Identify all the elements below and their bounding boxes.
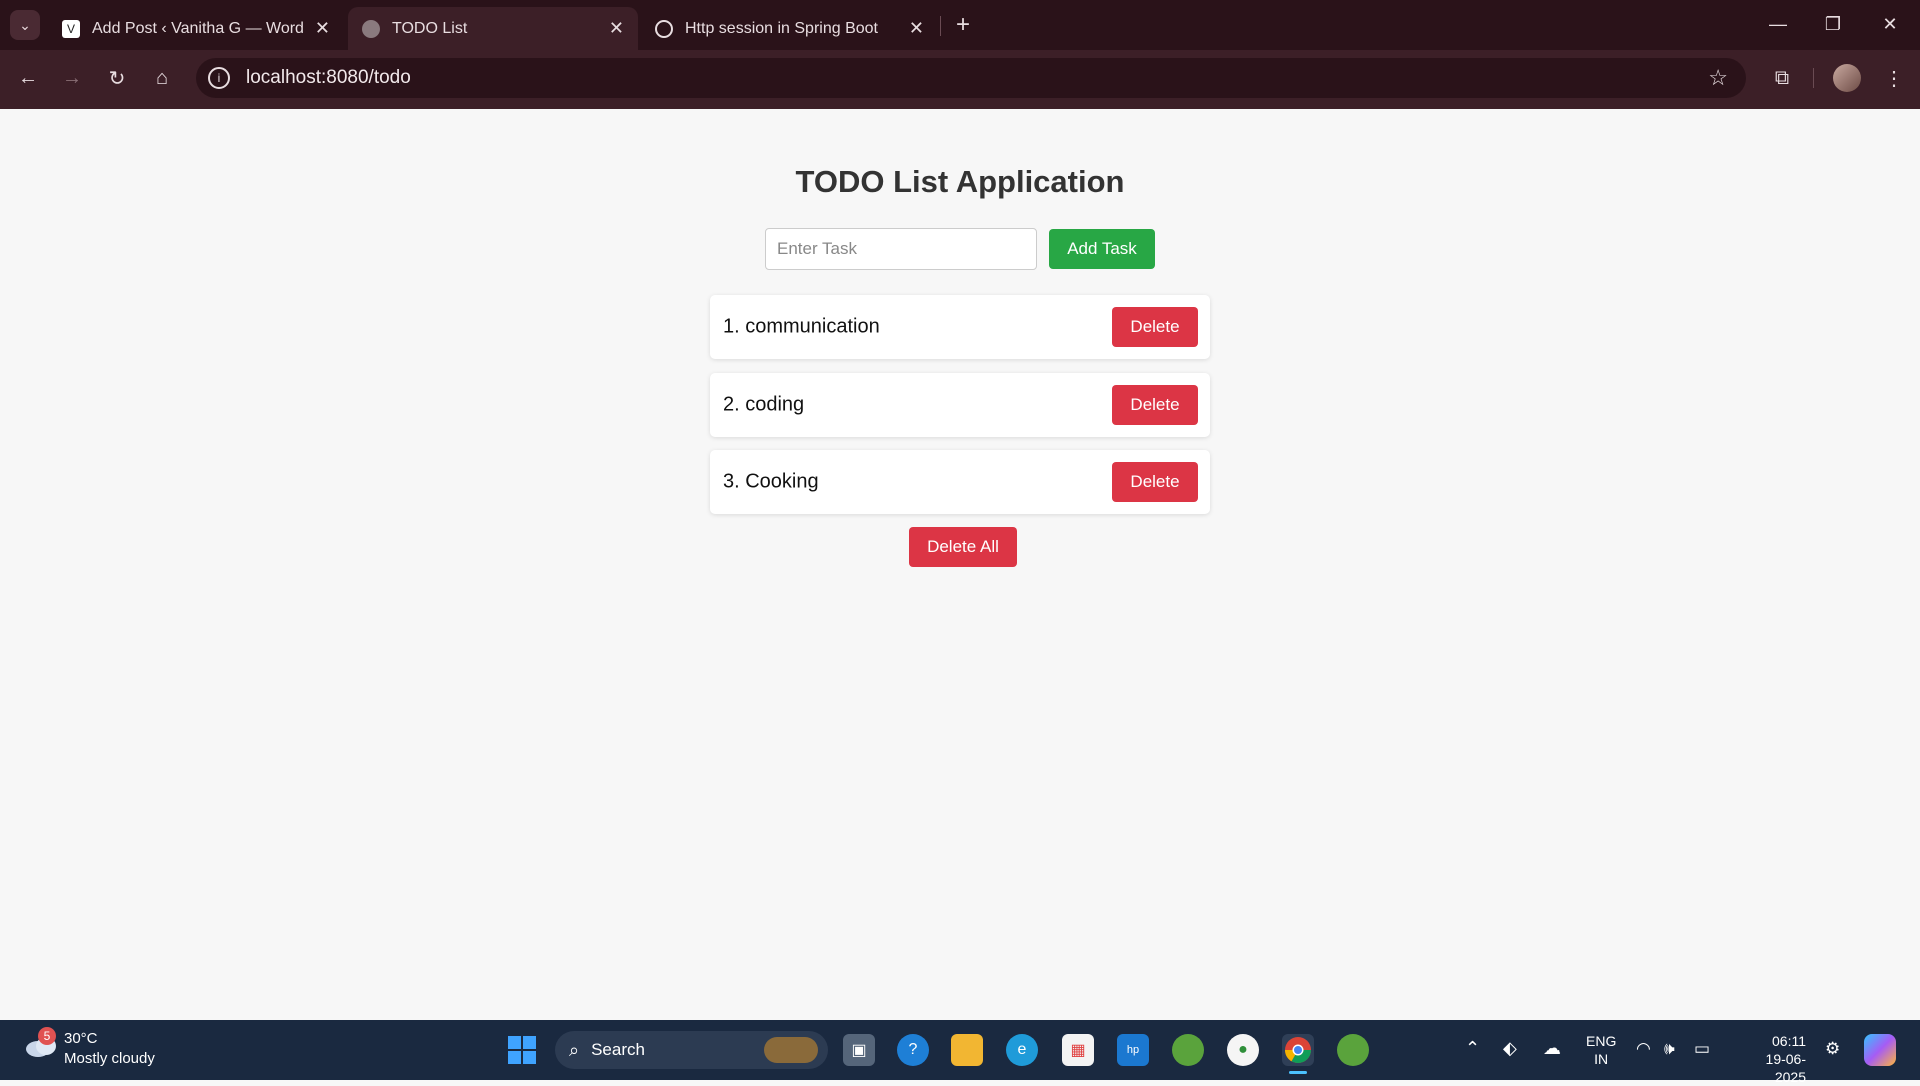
onedrive-icon[interactable]: ☁: [1543, 1038, 1561, 1059]
language-code: ENG: [1586, 1033, 1617, 1049]
chevron-down-icon: ⌄: [19, 16, 31, 33]
close-window-button[interactable]: ✕: [1870, 8, 1910, 40]
mongodb-button[interactable]: ●: [1227, 1034, 1259, 1066]
todo-text: 3. Cooking: [723, 470, 819, 493]
arrow-left-icon: ←: [18, 66, 38, 89]
windows-icon: [508, 1036, 536, 1064]
menu-button[interactable]: ⋮: [1878, 62, 1910, 94]
myhp-button[interactable]: hp: [1117, 1034, 1149, 1066]
task-view-button[interactable]: ▣: [843, 1034, 875, 1066]
tab-wordpress[interactable]: V Add Post ‹ Vanitha G — WordPress ✕: [48, 7, 344, 50]
chevron-up-icon: ⌃: [1465, 1038, 1481, 1058]
date: 19-06-2025: [1765, 1051, 1806, 1085]
restore-button[interactable]: ❐: [1813, 8, 1853, 40]
restore-icon: ❐: [1824, 13, 1842, 34]
wifi-icon[interactable]: ◠: [1636, 1039, 1651, 1059]
delete-button[interactable]: Delete: [1112, 462, 1198, 502]
site-info-icon[interactable]: i: [208, 67, 230, 89]
mongodb-icon: ●: [1238, 1041, 1248, 1058]
active-app-indicator: [1289, 1071, 1307, 1074]
arrow-right-icon: →: [62, 66, 82, 89]
home-icon: ⌂: [155, 66, 169, 89]
todo-text: 1. communication: [723, 315, 880, 338]
address-bar[interactable]: i localhost:8080/todo ☆: [196, 58, 1746, 98]
new-tab-button[interactable]: +: [950, 11, 976, 38]
close-icon: ✕: [1882, 13, 1898, 34]
globe-icon: [362, 19, 380, 38]
close-icon[interactable]: ✕: [909, 18, 924, 39]
start-button[interactable]: [506, 1034, 538, 1066]
todo-item: 2. coding Delete: [710, 373, 1210, 437]
spring-tool-button[interactable]: [1172, 1034, 1204, 1066]
more-vert-icon: ⋮: [1884, 67, 1904, 90]
delete-button[interactable]: Delete: [1112, 307, 1198, 347]
clock[interactable]: 06:11 19-06-2025: [1738, 1032, 1806, 1086]
profile-avatar[interactable]: [1833, 64, 1861, 92]
copilot-button[interactable]: [1864, 1034, 1896, 1066]
time: 06:11: [1772, 1033, 1806, 1049]
store-icon: ▦: [1070, 1042, 1086, 1059]
add-task-button[interactable]: Add Task: [1049, 229, 1155, 269]
region-code: IN: [1594, 1051, 1609, 1067]
forward-button[interactable]: →: [56, 62, 88, 94]
myhp-icon: hp: [1126, 1044, 1140, 1056]
todo-item: 1. communication Delete: [710, 295, 1210, 359]
volume-icon[interactable]: 🕪: [1664, 1039, 1675, 1059]
help-app-button[interactable]: ?: [897, 1034, 929, 1066]
search-label: Search: [591, 1040, 645, 1059]
home-button[interactable]: ⌂: [146, 62, 178, 94]
tab-separator: [940, 16, 941, 36]
tab-todo-list[interactable]: TODO List ✕: [348, 7, 638, 50]
delete-button[interactable]: Delete: [1112, 385, 1198, 425]
spring-tool-button-2[interactable]: [1337, 1034, 1369, 1066]
weather-temperature[interactable]: 30°C: [64, 1030, 98, 1047]
tab-title: TODO List: [392, 19, 468, 37]
weather-badge: 5: [38, 1027, 56, 1045]
wordpress-icon: V: [62, 19, 80, 38]
settings-gear-icon[interactable]: ⚙: [1825, 1039, 1840, 1059]
bookmark-star-icon[interactable]: ☆: [1708, 65, 1728, 91]
file-explorer-button[interactable]: [951, 1034, 983, 1066]
todo-text: 2. coding: [723, 393, 805, 416]
store-button[interactable]: ▦: [1062, 1034, 1094, 1066]
edge-button[interactable]: e: [1006, 1034, 1038, 1066]
task-view-icon: ▣: [851, 1042, 867, 1059]
close-icon[interactable]: ✕: [315, 18, 330, 39]
plus-icon: +: [955, 11, 970, 38]
weather-condition[interactable]: Mostly cloudy: [64, 1050, 155, 1067]
puzzle-icon: ⧉: [1774, 66, 1790, 89]
reload-icon: ↻: [108, 67, 126, 90]
task-input[interactable]: [765, 228, 1037, 270]
url-text[interactable]: localhost:8080/todo: [246, 67, 411, 89]
help-icon: ?: [908, 1041, 918, 1058]
reload-button[interactable]: ↻: [101, 62, 133, 94]
delete-all-button[interactable]: Delete All: [909, 527, 1017, 567]
chrome-icon: [1284, 1037, 1312, 1064]
dropbox-icon[interactable]: ⬖: [1503, 1038, 1517, 1059]
page-title: TODO List Application: [795, 164, 1125, 199]
minimize-button[interactable]: —: [1758, 8, 1798, 40]
chrome-button[interactable]: [1282, 1034, 1314, 1066]
toolbar-separator: [1813, 68, 1814, 88]
close-icon[interactable]: ✕: [609, 18, 624, 39]
todo-item: 3. Cooking Delete: [710, 450, 1210, 514]
show-hidden-icons-button[interactable]: ⌃: [1465, 1038, 1480, 1059]
extensions-button[interactable]: ⧉: [1766, 62, 1798, 94]
battery-icon[interactable]: ▭: [1694, 1039, 1710, 1059]
back-button[interactable]: ←: [12, 62, 44, 94]
page-content: TODO List Application Add Task 1. commun…: [0, 109, 1920, 1020]
taskbar-search[interactable]: ⌕ Search: [555, 1031, 828, 1069]
search-icon: ⌕: [569, 1039, 580, 1060]
language-indicator[interactable]: ENG IN: [1586, 1032, 1616, 1068]
tab-title: Http session in Spring Boot: [685, 19, 878, 37]
openai-icon: [655, 19, 673, 38]
search-highlight-icon: [764, 1037, 818, 1063]
tab-search-button[interactable]: ⌄: [10, 10, 40, 40]
edge-icon: e: [1017, 1041, 1027, 1058]
tab-http-session[interactable]: Http session in Spring Boot ✕: [641, 7, 938, 50]
minimize-icon: —: [1769, 13, 1787, 34]
tab-title: Add Post ‹ Vanitha G — WordPress: [92, 19, 305, 37]
